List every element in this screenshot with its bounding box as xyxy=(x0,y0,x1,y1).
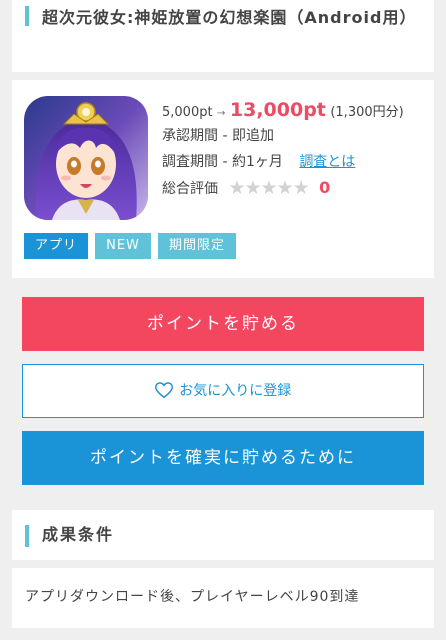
tag-list: アプリ NEW 期間限定 xyxy=(24,233,238,259)
title-accent-bar xyxy=(25,6,29,26)
approval-period-text: 承認期間 - 即追加 xyxy=(162,128,274,144)
app-icon[interactable] xyxy=(24,96,148,220)
tag-limited-time: 期間限定 xyxy=(158,233,237,259)
yen-value: (1,300円分) xyxy=(330,105,404,120)
add-favorite-button[interactable]: お気に入りに登録 xyxy=(22,364,424,418)
sure-points-button[interactable]: ポイントを確実に貯めるために xyxy=(22,431,424,485)
tag-app: アプリ xyxy=(24,233,89,259)
arrow-icon: → xyxy=(217,108,226,119)
heart-icon xyxy=(154,382,173,399)
conditions-accent-bar xyxy=(25,525,29,547)
points-before: 5,000pt xyxy=(162,105,213,120)
rating-row: 総合評価 ★★★★★ 0 xyxy=(162,178,424,204)
save-points-label: ポイントを貯める xyxy=(147,314,299,334)
conditions-text: アプリダウンロード後、プレイヤーレベル90到達 xyxy=(25,589,360,605)
offer-info: 5,000pt → 13,000pt (1,300円分) 承認期間 - 即追加 … xyxy=(162,100,424,204)
points-after: 13,000pt xyxy=(229,99,326,121)
offer-card: 5,000pt → 13,000pt (1,300円分) 承認期間 - 即追加 … xyxy=(12,80,434,278)
survey-period-row: 調査期間 - 約1ヶ月 調査とは xyxy=(162,152,424,178)
title-card: 超次元彼女:神姫放置の幻想楽園（Android用） xyxy=(12,0,434,72)
save-points-button[interactable]: ポイントを貯める xyxy=(22,297,424,351)
conditions-body: アプリダウンロード後、プレイヤーレベル90到達 xyxy=(12,568,434,628)
rating-label: 総合評価 xyxy=(162,181,218,197)
anime-girl-app-icon xyxy=(24,96,148,220)
survey-period-text: 調査期間 - 約1ヶ月 xyxy=(162,154,283,170)
conditions-header: 成果条件 xyxy=(12,510,434,560)
sure-points-label: ポイントを確実に貯めるために xyxy=(90,448,356,468)
conditions-title: 成果条件 xyxy=(42,525,115,544)
tag-new: NEW xyxy=(95,233,151,259)
add-favorite-label: お気に入りに登録 xyxy=(179,383,292,399)
rating-stars-icon: ★★★★★ xyxy=(228,177,309,199)
rating-value: 0 xyxy=(319,178,331,197)
points-row: 5,000pt → 13,000pt (1,300円分) xyxy=(162,100,424,126)
page-title: 超次元彼女:神姫放置の幻想楽園（Android用） xyxy=(42,8,417,27)
approval-period: 承認期間 - 即追加 xyxy=(162,126,424,152)
survey-about-link[interactable]: 調査とは xyxy=(299,154,355,170)
